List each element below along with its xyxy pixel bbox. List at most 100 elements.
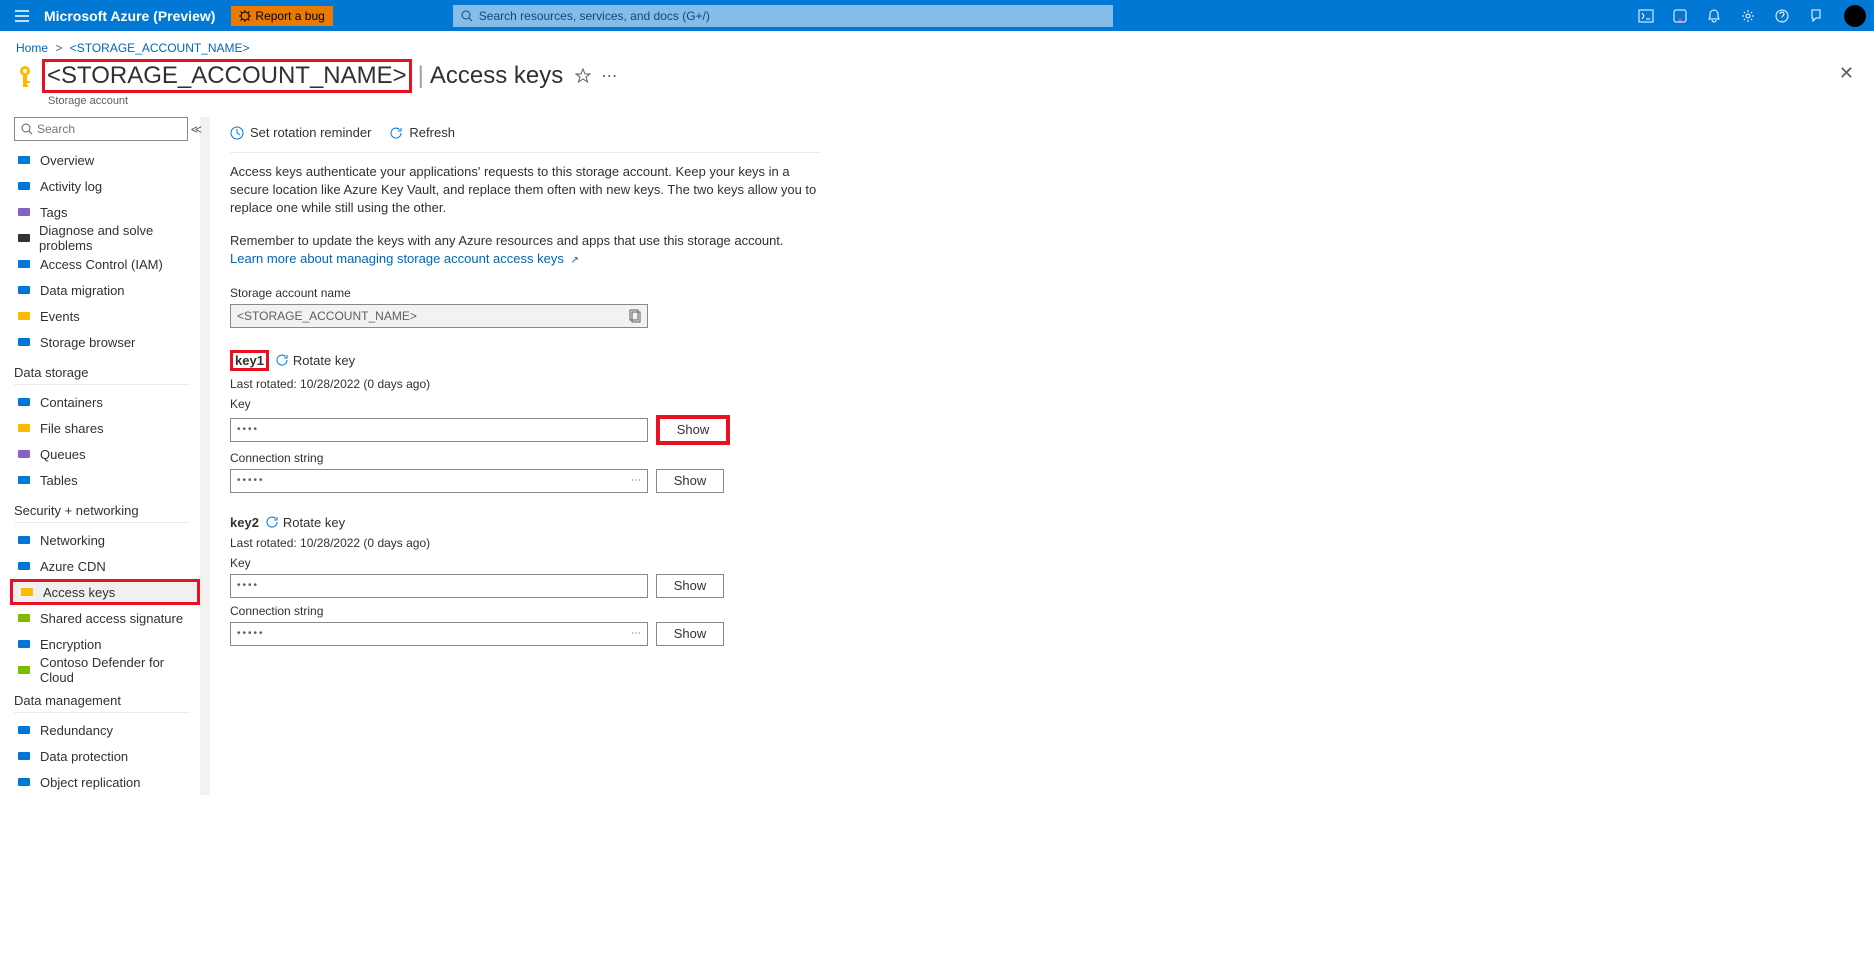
sidebar-item-encryption[interactable]: Encryption <box>14 631 200 657</box>
sidebar-item-data-migration[interactable]: Data migration <box>14 277 200 303</box>
key2-key-masked: •••• <box>237 580 259 591</box>
key1-key-label: Key <box>230 397 1874 411</box>
sidebar-item-label: Containers <box>40 395 103 410</box>
user-avatar[interactable] <box>1844 5 1866 27</box>
more-icon[interactable]: ⋯ <box>631 628 641 639</box>
key1-name: key1 <box>230 350 269 371</box>
settings-icon[interactable] <box>1740 8 1756 24</box>
more-icon[interactable]: ⋯ <box>631 475 641 486</box>
key1-conn-show-button[interactable]: Show <box>656 469 724 493</box>
directory-icon[interactable] <box>1672 8 1688 24</box>
sidebar-item-label: Tables <box>40 473 78 488</box>
collapse-sidebar-icon[interactable]: ≪ <box>190 123 202 136</box>
sidebar-item-label: Diagnose and solve problems <box>39 223 200 253</box>
brand-label[interactable]: Microsoft Azure (Preview) <box>44 8 215 24</box>
sidebar-search[interactable] <box>14 117 188 141</box>
cloud-shell-icon[interactable] <box>1638 8 1654 24</box>
sidebar-item-file-shares[interactable]: File shares <box>14 415 200 441</box>
sidebar-item-contoso-defender-for-cloud[interactable]: Contoso Defender for Cloud <box>14 657 200 683</box>
sidebar-item-label: File shares <box>40 421 104 436</box>
feedback-icon[interactable] <box>1808 8 1824 24</box>
access-control-icon <box>16 256 32 272</box>
sidebar-item-shared-access-signature[interactable]: Shared access signature <box>14 605 200 631</box>
sidebar-item-label: Access keys <box>43 585 115 600</box>
sidebar-item-label: Queues <box>40 447 86 462</box>
refresh-icon <box>389 126 403 140</box>
file-shares-icon <box>16 420 32 436</box>
key-icon <box>16 65 36 89</box>
sidebar-item-object-replication[interactable]: Object replication <box>14 769 200 795</box>
sidebar-item-redundancy[interactable]: Redundancy <box>14 717 200 743</box>
sidebar-item-access-keys[interactable]: Access keys <box>10 579 200 605</box>
breadcrumb-home[interactable]: Home <box>16 41 48 55</box>
sidebar-item-networking[interactable]: Networking <box>14 527 200 553</box>
set-rotation-label: Set rotation reminder <box>250 125 371 140</box>
diagnose-icon <box>16 230 31 246</box>
notifications-icon[interactable] <box>1706 8 1722 24</box>
object-replication-icon <box>16 774 32 790</box>
key1-key-field: •••• <box>230 418 648 442</box>
key2-conn-show-button[interactable]: Show <box>656 622 724 646</box>
sidebar-item-queues[interactable]: Queues <box>14 441 200 467</box>
key2-key-show-button[interactable]: Show <box>656 574 724 598</box>
key1-key-masked: •••• <box>237 424 259 435</box>
report-bug-button[interactable]: Report a bug <box>231 6 332 26</box>
data-migration-icon <box>16 282 32 298</box>
key2-rotate-button[interactable]: Rotate key <box>265 515 345 530</box>
copy-icon[interactable] <box>629 309 641 323</box>
key2-key-field: •••• <box>230 574 648 598</box>
breadcrumb-current[interactable]: <STORAGE_ACCOUNT_NAME> <box>70 41 250 55</box>
sidebar-item-tables[interactable]: Tables <box>14 467 200 493</box>
close-icon[interactable]: ✕ <box>1839 63 1854 84</box>
access-keys-icon <box>19 584 35 600</box>
key1-section: key1 Rotate key Last rotated: 10/28/2022… <box>230 350 1874 493</box>
section-data-mgmt: Data management <box>14 693 200 708</box>
key1-rotate-button[interactable]: Rotate key <box>275 353 355 368</box>
sidebar-item-data-protection[interactable]: Data protection <box>14 743 200 769</box>
key2-conn-label: Connection string <box>230 604 1874 618</box>
more-actions-icon[interactable]: ⋯ <box>601 66 617 86</box>
key1-conn-label: Connection string <box>230 451 1874 465</box>
sidebar-item-label: Shared access signature <box>40 611 183 626</box>
topbar-actions <box>1638 8 1824 24</box>
key2-last-rotated: Last rotated: 10/28/2022 (0 days ago) <box>230 536 1874 550</box>
global-search-input[interactable] <box>479 9 1105 23</box>
storage-account-name-field: <STORAGE_ACCOUNT_NAME> <box>230 304 648 328</box>
data-protection-icon <box>16 748 32 764</box>
key2-conn-masked: ••••• <box>237 628 265 639</box>
sidebar-scrollbar[interactable] <box>200 117 210 795</box>
refresh-button[interactable]: Refresh <box>389 125 455 140</box>
global-search[interactable] <box>453 5 1113 27</box>
set-rotation-reminder-button[interactable]: Set rotation reminder <box>230 125 371 140</box>
sidebar-item-overview[interactable]: Overview <box>14 147 200 173</box>
sidebar-item-tags[interactable]: Tags <box>14 199 200 225</box>
sidebar-item-label: Networking <box>40 533 105 548</box>
sidebar-item-azure-cdn[interactable]: Azure CDN <box>14 553 200 579</box>
hamburger-menu-icon[interactable] <box>8 10 36 22</box>
learn-more-link[interactable]: Learn more about managing storage accoun… <box>230 251 579 266</box>
sidebar-item-events[interactable]: Events <box>14 303 200 329</box>
networking-icon <box>16 532 32 548</box>
breadcrumb: Home > <STORAGE_ACCOUNT_NAME> <box>0 31 1874 59</box>
sidebar-item-access-control-iam-[interactable]: Access Control (IAM) <box>14 251 200 277</box>
sidebar-item-containers[interactable]: Containers <box>14 389 200 415</box>
key1-conn-field: ••••• ⋯ <box>230 469 648 493</box>
overview-icon <box>16 152 32 168</box>
sidebar-item-label: Data migration <box>40 283 125 298</box>
queues-icon <box>16 446 32 462</box>
sidebar-item-activity-log[interactable]: Activity log <box>14 173 200 199</box>
rotate-label: Rotate key <box>293 353 355 368</box>
refresh-label: Refresh <box>409 125 455 140</box>
sidebar-item-label: Data protection <box>40 749 128 764</box>
favorite-star-icon[interactable] <box>575 68 591 84</box>
sidebar-item-diagnose-and-solve-problems[interactable]: Diagnose and solve problems <box>14 225 200 251</box>
sidebar-search-input[interactable] <box>37 122 181 136</box>
sidebar-item-storage-browser[interactable]: Storage browser <box>14 329 200 355</box>
key1-key-show-button[interactable]: Show <box>656 415 730 445</box>
activity-log-icon <box>16 178 32 194</box>
page-title: <STORAGE_ACCOUNT_NAME> <box>47 62 407 90</box>
sidebar-item-label: Activity log <box>40 179 102 194</box>
help-icon[interactable] <box>1774 8 1790 24</box>
defender-icon <box>16 662 32 678</box>
rotate-icon <box>265 515 279 529</box>
